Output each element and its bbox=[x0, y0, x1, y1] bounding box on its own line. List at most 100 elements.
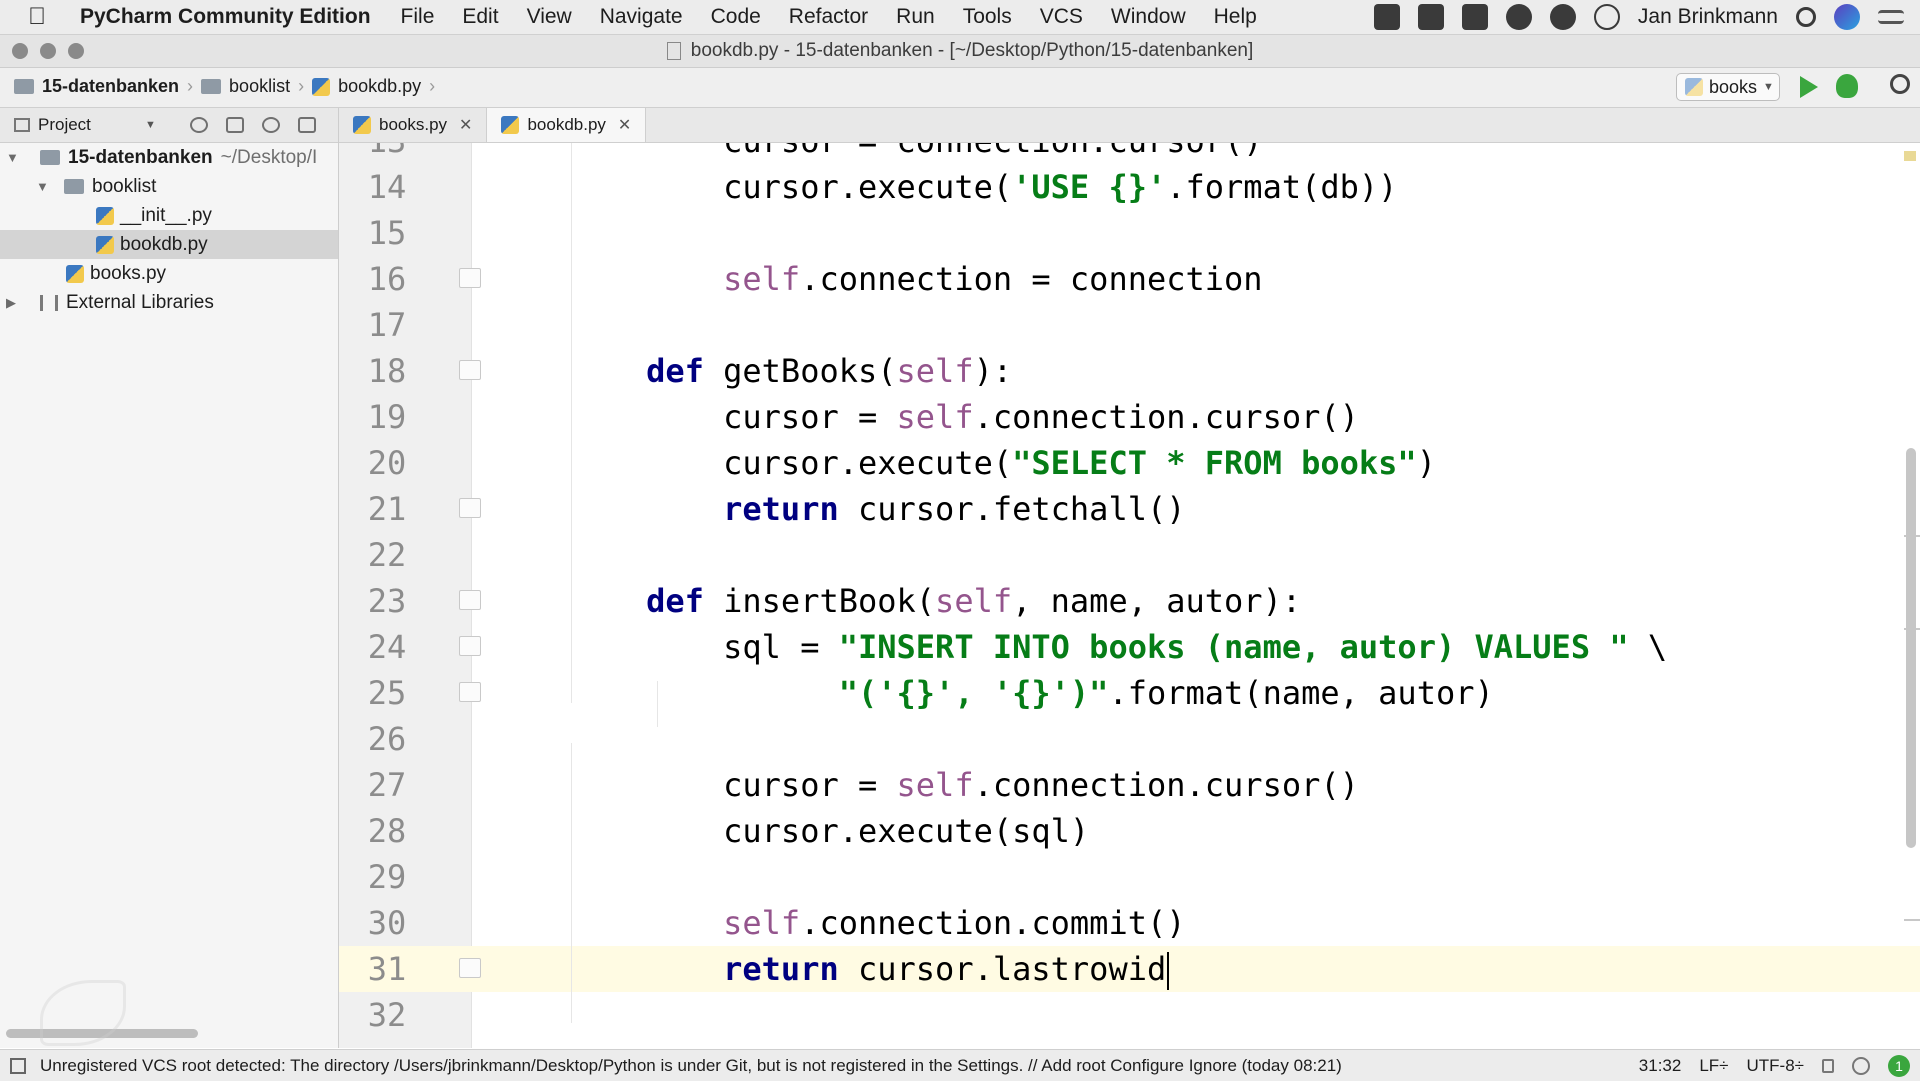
menu-code[interactable]: Code bbox=[711, 5, 761, 29]
line-number[interactable]: 15 bbox=[347, 210, 427, 256]
tree-item-bookdb[interactable]: bookdb.py bbox=[0, 230, 338, 259]
event-log-badge[interactable]: 1 bbox=[1888, 1055, 1910, 1077]
line-number[interactable]: 16 bbox=[347, 256, 427, 302]
menu-run[interactable]: Run bbox=[896, 5, 935, 29]
line-number[interactable]: 13 bbox=[347, 143, 427, 164]
tab-bookdb-py[interactable]: bookdb.py ✕ bbox=[487, 108, 647, 142]
code-line[interactable]: 19 cursor = self.connection.cursor() bbox=[339, 394, 1920, 440]
apple-icon[interactable]:  bbox=[28, 3, 58, 31]
tree-item-init[interactable]: __init__.py bbox=[0, 201, 338, 230]
inspector-icon[interactable] bbox=[1852, 1057, 1870, 1075]
line-separator[interactable]: LF÷ bbox=[1699, 1056, 1728, 1076]
close-icon[interactable]: ✕ bbox=[618, 115, 631, 135]
chevron-down-icon[interactable]: ▼ bbox=[145, 119, 156, 131]
code-text[interactable]: sql = "INSERT INTO books (name, autor) V… bbox=[569, 624, 1667, 670]
code-line[interactable]: 17 bbox=[339, 302, 1920, 348]
search-icon[interactable] bbox=[1796, 7, 1816, 27]
close-icon[interactable]: ✕ bbox=[459, 115, 472, 135]
flag-icon[interactable] bbox=[1373, 4, 1400, 30]
code-text[interactable]: cursor.execute("SELECT * FROM books") bbox=[569, 440, 1436, 486]
line-number[interactable]: 22 bbox=[347, 532, 427, 578]
zoom-window-button[interactable] bbox=[68, 43, 84, 59]
code-line[interactable]: 28 cursor.execute(sql) bbox=[339, 808, 1920, 854]
tab-books-py[interactable]: books.py ✕ bbox=[339, 108, 488, 142]
code-line[interactable]: 20 cursor.execute("SELECT * FROM books") bbox=[339, 440, 1920, 486]
breadcrumb-file[interactable]: bookdb.py bbox=[338, 76, 421, 97]
clock-icon[interactable] bbox=[1593, 4, 1620, 30]
breadcrumb-project[interactable]: 15-datenbanken bbox=[42, 76, 179, 97]
line-number[interactable]: 24 bbox=[347, 624, 427, 670]
siri-icon[interactable] bbox=[1834, 4, 1860, 30]
debug-icon[interactable] bbox=[1836, 74, 1858, 98]
code-text[interactable]: cursor = self.connection.cursor() bbox=[569, 762, 1359, 808]
code-line[interactable]: 30 self.connection.commit() bbox=[339, 900, 1920, 946]
menu-help[interactable]: Help bbox=[1214, 5, 1257, 29]
tree-item-project-root[interactable]: ▼ 15-datenbanken ~/Desktop/I bbox=[0, 143, 338, 172]
line-number[interactable]: 23 bbox=[347, 578, 427, 624]
line-number[interactable]: 29 bbox=[347, 854, 427, 900]
user-name[interactable]: Jan Brinkmann bbox=[1638, 5, 1778, 29]
code-text[interactable]: cursor.execute('USE {}'.format(db)) bbox=[569, 164, 1397, 210]
plus-icon[interactable] bbox=[1417, 4, 1444, 30]
list-icon[interactable] bbox=[1878, 10, 1904, 24]
code-text[interactable]: self.connection = connection bbox=[569, 256, 1262, 302]
fold-marker-icon[interactable] bbox=[459, 682, 481, 702]
line-number[interactable]: 17 bbox=[347, 302, 427, 348]
expand-arrow-icon[interactable]: ▼ bbox=[6, 150, 20, 165]
code-text[interactable]: cursor = connection.cursor() bbox=[569, 143, 1262, 164]
run-configuration-select[interactable]: books ▼ bbox=[1676, 73, 1780, 101]
code-line[interactable]: 14 cursor.execute('USE {}'.format(db)) bbox=[339, 164, 1920, 210]
line-number[interactable]: 31 bbox=[347, 946, 427, 992]
line-number[interactable]: 32 bbox=[347, 992, 427, 1038]
hide-panel-icon[interactable] bbox=[298, 117, 316, 133]
line-number[interactable]: 14 bbox=[347, 164, 427, 210]
warning-marker[interactable] bbox=[1904, 151, 1916, 161]
vcs-notification-message[interactable]: Unregistered VCS root detected: The dire… bbox=[40, 1056, 1342, 1076]
code-text[interactable]: cursor.execute(sql) bbox=[569, 808, 1089, 854]
collapse-all-icon[interactable] bbox=[226, 117, 244, 133]
code-line[interactable]: 25 "('{}', '{}')".format(name, autor) bbox=[339, 670, 1920, 716]
code-line[interactable]: 21 return cursor.fetchall() bbox=[339, 486, 1920, 532]
menu-refactor[interactable]: Refactor bbox=[789, 5, 868, 29]
expand-arrow-icon[interactable]: ▼ bbox=[36, 179, 50, 194]
code-line[interactable]: 13 cursor = connection.cursor() bbox=[339, 143, 1920, 164]
tree-item-books[interactable]: books.py bbox=[0, 259, 338, 288]
line-number[interactable]: 27 bbox=[347, 762, 427, 808]
leaf-icon[interactable] bbox=[1505, 4, 1532, 30]
tree-item-external-libraries[interactable]: ▶ External Libraries bbox=[0, 288, 338, 317]
code-text[interactable]: cursor = self.connection.cursor() bbox=[569, 394, 1359, 440]
menu-window[interactable]: Window bbox=[1111, 5, 1186, 29]
code-line[interactable]: 22 bbox=[339, 532, 1920, 578]
line-number[interactable]: 30 bbox=[347, 900, 427, 946]
run-icon[interactable] bbox=[1800, 76, 1818, 98]
line-number[interactable]: 28 bbox=[347, 808, 427, 854]
menu-navigate[interactable]: Navigate bbox=[600, 5, 683, 29]
fold-marker-icon[interactable] bbox=[459, 268, 481, 288]
error-stripe-marker[interactable] bbox=[1904, 919, 1920, 921]
tree-item-booklist[interactable]: ▼ booklist bbox=[0, 172, 338, 201]
menu-tools[interactable]: Tools bbox=[963, 5, 1012, 29]
code-line[interactable]: 16 self.connection = connection bbox=[339, 256, 1920, 302]
fold-marker-icon[interactable] bbox=[459, 360, 481, 380]
breadcrumb-package[interactable]: booklist bbox=[229, 76, 290, 97]
code-text[interactable]: return cursor.fetchall() bbox=[569, 486, 1185, 532]
gear-icon[interactable] bbox=[262, 117, 280, 133]
vertical-scrollbar[interactable] bbox=[1906, 448, 1916, 848]
code-editor[interactable]: 13 cursor = connection.cursor()14 cursor… bbox=[339, 143, 1920, 1048]
line-number[interactable]: 18 bbox=[347, 348, 427, 394]
code-text[interactable]: return cursor.lastrowid bbox=[569, 946, 1170, 992]
code-text[interactable]: self.connection.commit() bbox=[569, 900, 1185, 946]
search-everywhere-icon[interactable] bbox=[1890, 74, 1910, 94]
line-number[interactable]: 20 bbox=[347, 440, 427, 486]
line-number[interactable]: 19 bbox=[347, 394, 427, 440]
code-line[interactable]: 29 bbox=[339, 854, 1920, 900]
expand-arrow-icon[interactable]: ▶ bbox=[6, 295, 20, 311]
menu-edit[interactable]: Edit bbox=[462, 5, 498, 29]
line-number[interactable]: 21 bbox=[347, 486, 427, 532]
fold-marker-icon[interactable] bbox=[459, 590, 481, 610]
code-line[interactable]: 15 bbox=[339, 210, 1920, 256]
code-text[interactable]: def getBooks(self): bbox=[569, 348, 1012, 394]
caret-position[interactable]: 31:32 bbox=[1639, 1056, 1682, 1076]
minimize-window-button[interactable] bbox=[40, 43, 56, 59]
code-line[interactable]: 26 bbox=[339, 716, 1920, 762]
